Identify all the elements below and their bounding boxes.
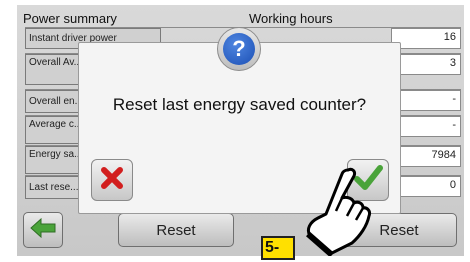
row-value: 0 [391, 176, 461, 197]
back-arrow-icon [30, 217, 56, 242]
row-value: 16 [391, 28, 461, 49]
cancel-button[interactable] [91, 159, 133, 201]
working-hours-header: Working hours [249, 11, 333, 26]
row-value: - [391, 116, 461, 137]
question-glyph: ? [223, 33, 255, 65]
x-icon [98, 164, 126, 197]
question-icon: ? [217, 27, 261, 71]
reset-button-left[interactable]: Reset [118, 213, 234, 247]
step-label: 5- [261, 236, 295, 260]
row-value: 7984 [391, 146, 461, 167]
back-button[interactable] [23, 212, 63, 248]
power-summary-header: Power summary [23, 11, 117, 26]
pointing-hand-icon [296, 166, 376, 258]
dialog-message: Reset last energy saved counter? [112, 95, 367, 114]
row-value: - [391, 90, 461, 111]
row-value: 3 [391, 54, 461, 75]
